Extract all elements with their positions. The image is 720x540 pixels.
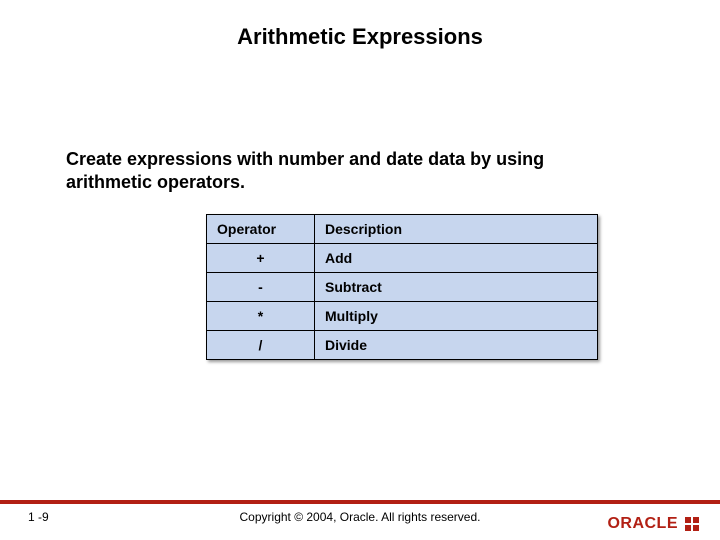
cell-operator: * — [207, 302, 315, 331]
footer: 1 -9 Copyright © 2004, Oracle. All right… — [0, 500, 720, 540]
slide: Arithmetic Expressions Create expression… — [0, 0, 720, 540]
slide-title: Arithmetic Expressions — [0, 24, 720, 50]
cell-operator: + — [207, 244, 315, 273]
cell-operator: / — [207, 331, 315, 360]
table-row: - Subtract — [207, 273, 598, 302]
cell-description: Subtract — [315, 273, 598, 302]
cell-description: Divide — [315, 331, 598, 360]
operators-table: Operator Description + Add - Subtract * … — [206, 214, 598, 360]
table-row: + Add — [207, 244, 598, 273]
oracle-logo-text: ORACLE — [607, 515, 678, 533]
cell-description: Multiply — [315, 302, 598, 331]
footer-divider — [0, 500, 720, 504]
table-row: / Divide — [207, 331, 598, 360]
oracle-logo-icon — [682, 514, 702, 534]
table-row: * Multiply — [207, 302, 598, 331]
oracle-logo: ORACLE — [607, 514, 702, 534]
header-description: Description — [315, 215, 598, 244]
cell-description: Add — [315, 244, 598, 273]
cell-operator: - — [207, 273, 315, 302]
slide-body-text: Create expressions with number and date … — [66, 148, 626, 195]
operators-table-wrap: Operator Description + Add - Subtract * … — [206, 214, 598, 360]
table-header-row: Operator Description — [207, 215, 598, 244]
header-operator: Operator — [207, 215, 315, 244]
